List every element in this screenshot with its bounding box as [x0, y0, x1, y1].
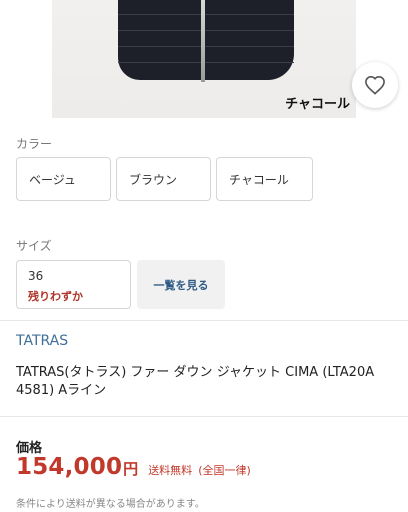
- brand-link[interactable]: TATRAS: [16, 333, 68, 349]
- shipping-free-label: 送料無料: [148, 464, 193, 477]
- size-value: 36: [28, 269, 44, 283]
- stock-status: 残りわずか: [28, 290, 83, 303]
- color-option-beige[interactable]: ベージュ: [16, 157, 111, 201]
- size-option-36[interactable]: 36 残りわずか: [16, 260, 131, 309]
- image-color-caption: チャコール: [285, 97, 350, 112]
- color-option-brown[interactable]: ブラウン: [116, 157, 211, 201]
- price-row: 154,000 円 送料無料 (全国一律): [16, 454, 251, 480]
- divider: [0, 416, 408, 417]
- size-section-label: サイズ: [16, 239, 52, 253]
- color-section-label: カラー: [16, 137, 53, 151]
- shipping-note: 条件により送料が異なる場合があります。: [16, 499, 205, 510]
- heart-icon: [365, 75, 385, 95]
- jacket-image: [118, 0, 294, 80]
- price-amount: 154,000: [16, 454, 123, 480]
- shipping-region: (全国一律): [198, 464, 251, 477]
- product-title: TATRAS(タトラス) ファー ダウン ジャケット CIMA (LTA20A …: [16, 365, 375, 398]
- favorite-button[interactable]: [352, 62, 398, 108]
- product-image[interactable]: チャコール: [52, 0, 356, 118]
- view-all-sizes-button[interactable]: 一覧を見る: [137, 260, 225, 309]
- price-currency: 円: [123, 460, 139, 478]
- divider: [0, 320, 408, 321]
- zipper-detail: [201, 0, 205, 82]
- color-option-charcoal[interactable]: チャコール: [216, 157, 313, 201]
